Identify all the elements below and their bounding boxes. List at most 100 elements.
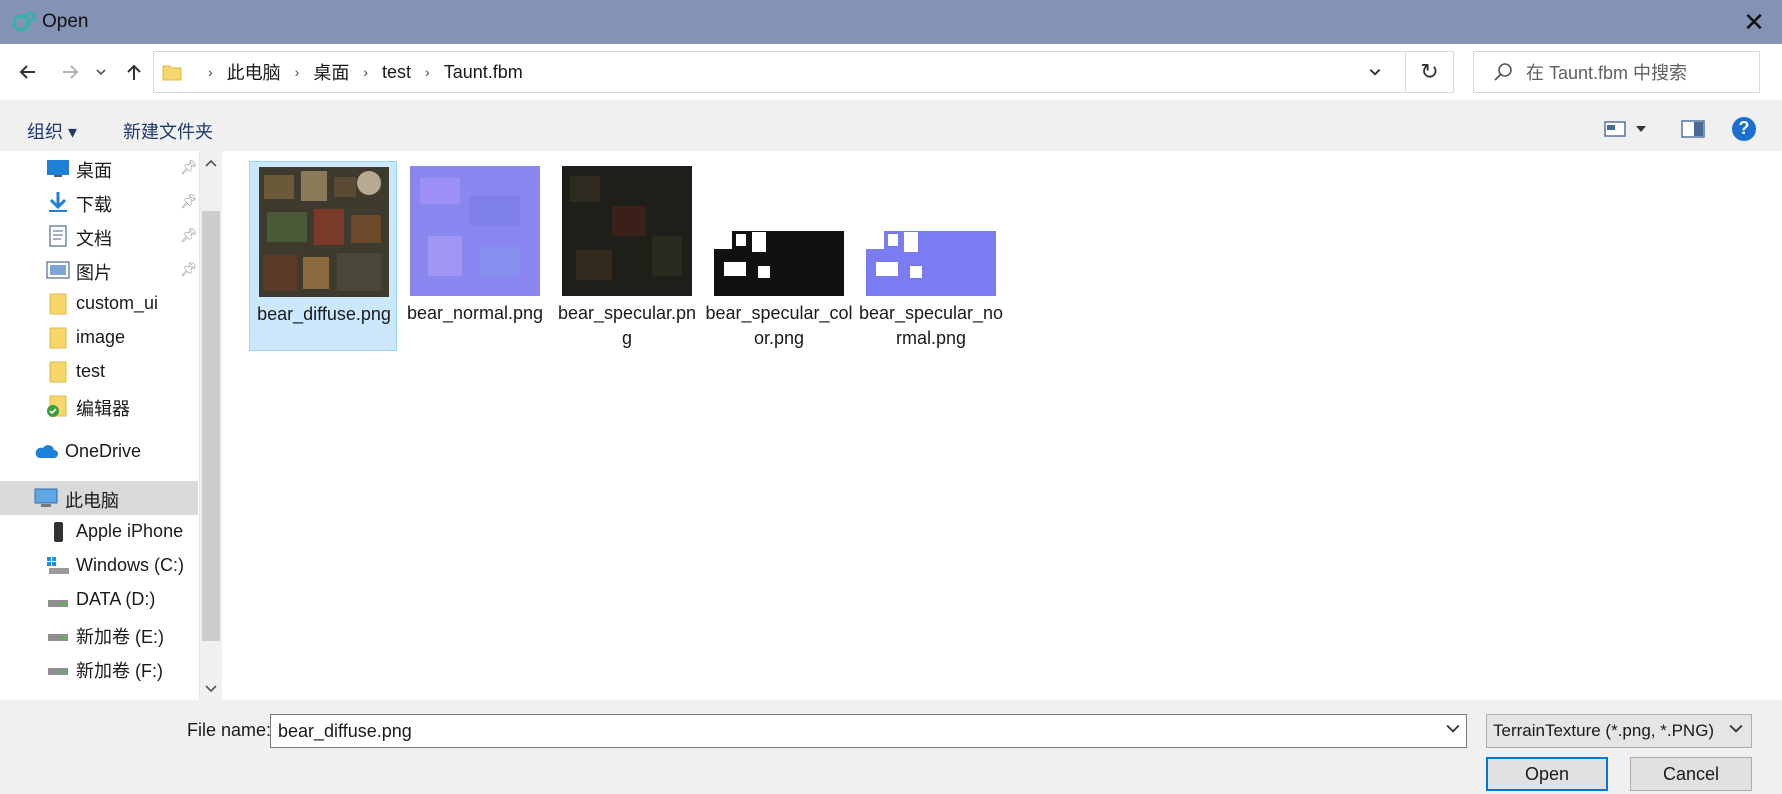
pin-icon: 📌︎ <box>180 193 198 209</box>
texture-thumbnail <box>866 231 996 296</box>
file-type-select[interactable]: TerrainTexture (*.png, *.PNG) <box>1486 714 1752 748</box>
file-item-bear-normal[interactable]: bear_normal.png <box>401 161 549 351</box>
breadcrumb-item-test[interactable]: test <box>382 62 411 83</box>
drive-windows-icon <box>47 557 69 574</box>
sidebar-item-image[interactable]: image <box>0 321 198 355</box>
picture-icon <box>46 261 70 279</box>
drive-icon <box>48 634 68 641</box>
recent-locations-button[interactable] <box>90 56 112 88</box>
scroll-down-button[interactable] <box>200 679 222 699</box>
folder-icon <box>49 327 67 349</box>
folder-icon <box>162 65 182 81</box>
sidebar-item-volume-f[interactable]: 新加卷 (F:) <box>0 651 198 685</box>
refresh-button[interactable]: ↻ <box>1406 51 1454 93</box>
search-input[interactable]: 在 Taunt.fbm 中搜索 <box>1526 59 1687 85</box>
file-type-value: TerrainTexture (*.png, *.PNG) <box>1493 721 1715 740</box>
sidebar-item-label: custom_ui <box>76 293 159 313</box>
sidebar-item-windows-c[interactable]: Windows (C:) <box>0 549 198 583</box>
texture-thumbnail <box>714 231 844 296</box>
sidebar-item-pictures[interactable]: 图片 📌︎ <box>0 253 198 287</box>
sidebar-item-label: 文档 <box>76 229 112 249</box>
up-button[interactable] <box>118 56 150 88</box>
pin-icon: 📌︎ <box>180 159 198 175</box>
breadcrumb-item-this-pc[interactable]: 此电脑 <box>227 59 281 85</box>
scrollbar-thumb[interactable] <box>202 211 220 641</box>
sidebar-item-downloads[interactable]: 下载 📌︎ <box>0 185 198 219</box>
sidebar-item-this-pc[interactable]: 此电脑 <box>0 481 198 515</box>
help-glyph: ? <box>1738 118 1750 138</box>
sidebar-item-volume-e[interactable]: 新加卷 (E:) <box>0 617 198 651</box>
new-folder-button[interactable]: 新建文件夹 <box>123 118 213 144</box>
sidebar-item-apple-iphone[interactable]: Apple iPhone <box>0 515 198 549</box>
organize-button[interactable]: 组织 ▾ <box>27 118 77 144</box>
file-item-bear-specular-normal[interactable]: bear_specular_normal.png <box>857 161 1005 351</box>
cancel-button[interactable]: Cancel <box>1630 757 1752 791</box>
breadcrumb-item-taunt-fbm[interactable]: Taunt.fbm <box>444 62 523 83</box>
arrow-right-icon <box>63 65 79 79</box>
computer-icon <box>34 488 58 507</box>
file-name-field[interactable]: bear_diffuse.png <box>270 714 1467 748</box>
view-icon <box>1604 121 1626 137</box>
texture-thumbnail <box>410 166 540 296</box>
sidebar-item-label: Windows (C:) <box>76 555 185 575</box>
title-bar: Open ✕ <box>0 0 1782 44</box>
sidebar-item-data-d[interactable]: DATA (D:) <box>0 583 198 617</box>
breadcrumb-separator: › <box>425 64 430 80</box>
document-icon <box>49 225 67 247</box>
sidebar-item-label: 新加卷 (E:) <box>76 627 164 647</box>
sidebar-item-onedrive[interactable]: OneDrive <box>0 435 198 469</box>
chevron-down-icon <box>1636 126 1646 132</box>
breadcrumb: › 此电脑 › 桌面 › test › Taunt.fbm <box>194 52 523 92</box>
file-name: bear_specular_color.png <box>705 303 853 348</box>
navigation-pane: 桌面 📌︎ 下载 📌︎ 文档 📌︎ 图片 📌︎ custom_ui image … <box>0 151 200 701</box>
preview-pane-button[interactable] <box>1678 115 1708 143</box>
breadcrumb-separator: › <box>208 64 213 80</box>
drive-icon <box>48 668 68 675</box>
file-name-value: bear_diffuse.png <box>278 721 412 741</box>
sidebar-item-label: 桌面 <box>76 161 112 181</box>
phone-icon <box>54 522 63 542</box>
breadcrumb-separator: › <box>363 64 369 80</box>
navigation-bar: › 此电脑 › 桌面 › test › Taunt.fbm ↻ 在 Taunt.… <box>0 44 1782 100</box>
cloud-icon <box>35 445 58 458</box>
forward-button[interactable] <box>54 56 86 88</box>
chevron-up-icon <box>205 159 217 167</box>
sidebar-item-documents[interactable]: 文档 📌︎ <box>0 219 198 253</box>
view-options-button[interactable] <box>1600 115 1652 143</box>
sidebar-item-custom-ui[interactable]: custom_ui <box>0 287 198 321</box>
chevron-down-icon[interactable] <box>1446 722 1460 738</box>
texture-thumbnail <box>259 167 389 297</box>
download-icon <box>49 192 67 212</box>
open-button[interactable]: Open <box>1486 757 1608 791</box>
search-box[interactable]: 在 Taunt.fbm 中搜索 <box>1473 51 1760 93</box>
desktop-icon <box>47 160 69 177</box>
texture-thumbnail <box>562 166 692 296</box>
sidebar-item-editor[interactable]: 编辑器 <box>0 389 198 423</box>
file-item-bear-specular[interactable]: bear_specular.png <box>553 161 701 351</box>
chevron-down-icon <box>1729 722 1743 738</box>
sidebar-scrollbar[interactable] <box>200 151 222 701</box>
file-name: bear_diffuse.png <box>257 304 391 324</box>
file-name: bear_specular.png <box>557 303 697 348</box>
drive-icon <box>48 600 68 607</box>
file-item-bear-specular-color[interactable]: bear_specular_color.png <box>705 161 853 351</box>
help-button[interactable]: ? <box>1730 115 1758 143</box>
arrow-up-icon <box>127 64 141 80</box>
sidebar-item-desktop[interactable]: 桌面 📌︎ <box>0 151 198 185</box>
file-name: bear_normal.png <box>406 303 544 323</box>
file-list[interactable]: bear_diffuse.png bear_normal.png bear_sp… <box>222 151 1782 701</box>
scroll-up-button[interactable] <box>200 153 222 173</box>
address-dropdown-button[interactable] <box>1365 52 1385 92</box>
close-icon: ✕ <box>1743 6 1765 37</box>
app-icon <box>12 11 36 32</box>
refresh-icon: ↻ <box>1420 59 1439 84</box>
file-item-bear-diffuse[interactable]: bear_diffuse.png <box>249 161 397 351</box>
command-toolbar: 组织 ▾ 新建文件夹 ? <box>0 107 1782 151</box>
close-button[interactable]: ✕ <box>1738 7 1770 37</box>
sidebar-item-test[interactable]: test <box>0 355 198 389</box>
pin-icon: 📌︎ <box>180 227 198 243</box>
breadcrumb-item-desktop[interactable]: 桌面 <box>313 59 349 85</box>
address-bar[interactable]: › 此电脑 › 桌面 › test › Taunt.fbm <box>153 51 1406 93</box>
sidebar-item-label: DATA (D:) <box>76 589 156 609</box>
back-button[interactable] <box>12 56 44 88</box>
